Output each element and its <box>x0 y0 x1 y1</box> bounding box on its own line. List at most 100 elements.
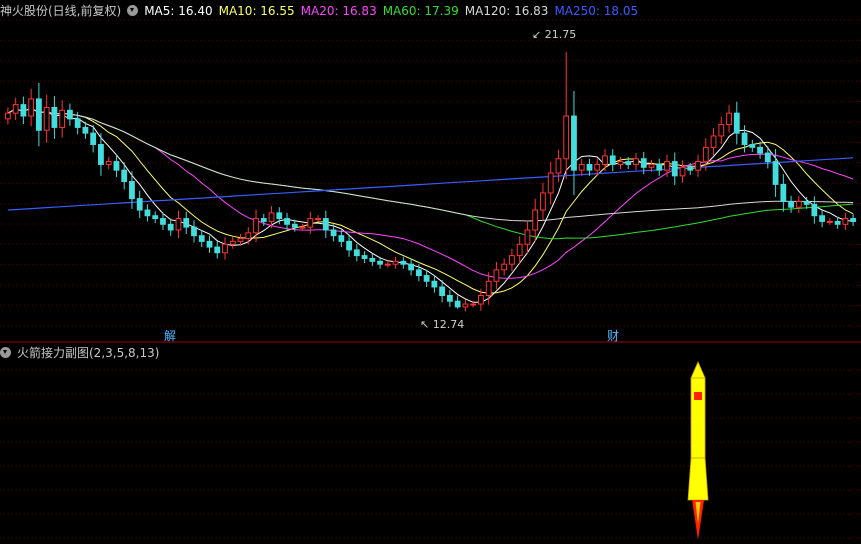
candle-down <box>330 229 337 237</box>
candle-down <box>671 161 678 177</box>
candle-down <box>35 98 42 131</box>
candle-up <box>795 200 802 208</box>
candle-down <box>640 158 647 168</box>
candle-up <box>105 161 112 165</box>
candle-up <box>384 263 391 266</box>
candle-up <box>315 218 321 221</box>
stock-name[interactable]: 神火股份(日线,前复权) <box>0 4 121 18</box>
rocket-lower <box>687 457 709 501</box>
candle-down <box>400 260 407 265</box>
candle-up <box>245 232 252 240</box>
candle-up <box>602 155 608 165</box>
high-price-label: ↙ 21.75 <box>532 28 577 41</box>
event-marker-unlock[interactable]: 解 <box>164 327 176 344</box>
candle-down <box>803 200 810 205</box>
candle-down <box>749 144 756 148</box>
candle-up <box>28 98 35 117</box>
candle-down <box>446 295 453 302</box>
rocket-window <box>694 392 703 400</box>
rocket-icon <box>687 361 709 540</box>
candle-up <box>478 295 484 305</box>
candle-down <box>144 209 151 217</box>
candle-up <box>12 104 19 114</box>
high-price-value: 21.75 <box>544 28 577 41</box>
ma-legend-item-0: MA5: 16.40 <box>144 4 213 18</box>
candle-down <box>431 280 438 288</box>
candle-down <box>260 218 267 222</box>
ma10-line <box>7 107 854 294</box>
candle-down <box>415 269 422 277</box>
candle-up <box>4 112 11 120</box>
candle-up <box>540 192 546 211</box>
chart-grid <box>0 19 861 539</box>
candle-down <box>136 198 143 211</box>
candle-down <box>214 246 221 254</box>
candle-up <box>664 161 670 171</box>
candle-down <box>788 200 794 208</box>
candle-up <box>555 158 562 174</box>
candle-up <box>268 212 275 222</box>
candle-up <box>43 106 50 131</box>
candle-down <box>834 220 841 225</box>
candle-down <box>322 218 329 231</box>
candle-down <box>206 240 213 248</box>
moving-average-lines <box>7 107 854 303</box>
candle-up <box>524 229 531 245</box>
candle-down <box>369 257 376 262</box>
candle-up <box>718 124 725 137</box>
candle-down <box>586 163 593 171</box>
event-marker-finance[interactable]: 财 <box>607 327 619 344</box>
candle-down <box>67 109 73 120</box>
candle-up <box>648 163 655 168</box>
candle-down <box>772 161 779 185</box>
candle-down <box>82 126 89 134</box>
candle-down <box>571 115 577 171</box>
ma-legend-item-4: MA120: 16.83 <box>464 4 549 18</box>
ma-legend-item-2: MA20: 16.83 <box>300 4 377 18</box>
rocket-body <box>690 377 706 459</box>
candle-up <box>679 166 686 177</box>
candle-down <box>764 152 771 163</box>
candle-up <box>532 209 539 231</box>
ma60-line <box>7 107 854 240</box>
candle-down <box>20 104 27 117</box>
candle-down <box>687 166 694 171</box>
rocket-nose <box>690 361 706 379</box>
candle-down <box>338 235 345 242</box>
candle-up <box>501 263 508 271</box>
candle-down <box>113 161 120 171</box>
low-price-value: 12.74 <box>432 318 465 331</box>
candle-down <box>129 181 135 200</box>
main-chart-header: 神火股份(日线,前复权) MA5: 16.40 MA10: 16.55 MA20: 1… <box>0 1 650 21</box>
candle-up <box>299 226 306 229</box>
candle-up <box>594 163 601 171</box>
candle-down <box>90 132 97 146</box>
candle-down <box>609 155 616 165</box>
candle-down <box>191 226 197 237</box>
candle-up <box>509 255 515 265</box>
candle-down <box>74 118 81 128</box>
candle-up <box>578 163 585 171</box>
indicator-name[interactable]: 火箭接力副图(2,3,5,8,13) <box>17 346 159 360</box>
ma-legend-item-5: MA250: 18.05 <box>554 4 639 18</box>
candle-down <box>811 203 818 217</box>
candle-down <box>98 144 104 165</box>
candle-down <box>183 218 190 228</box>
low-price-label: ↖ 12.74 <box>420 318 465 331</box>
kline-chart <box>0 19 861 540</box>
candle-down <box>160 218 166 225</box>
settings-dropdown-icon[interactable] <box>127 5 139 16</box>
candle-down <box>276 212 283 220</box>
candle-down <box>819 215 826 222</box>
candle-down <box>656 163 663 171</box>
candle-down <box>51 106 58 128</box>
indicator-dropdown-icon[interactable] <box>0 347 11 358</box>
candle-down <box>625 161 632 165</box>
candle-down <box>291 223 298 228</box>
candle-up <box>493 269 500 282</box>
candle-up <box>392 260 399 265</box>
candle-down <box>423 275 430 282</box>
candle-up <box>710 135 717 148</box>
sub-chart-header: 火箭接力副图(2,3,5,8,13) <box>0 343 165 363</box>
ma-legend-item-1: MA10: 16.55 <box>218 4 295 18</box>
